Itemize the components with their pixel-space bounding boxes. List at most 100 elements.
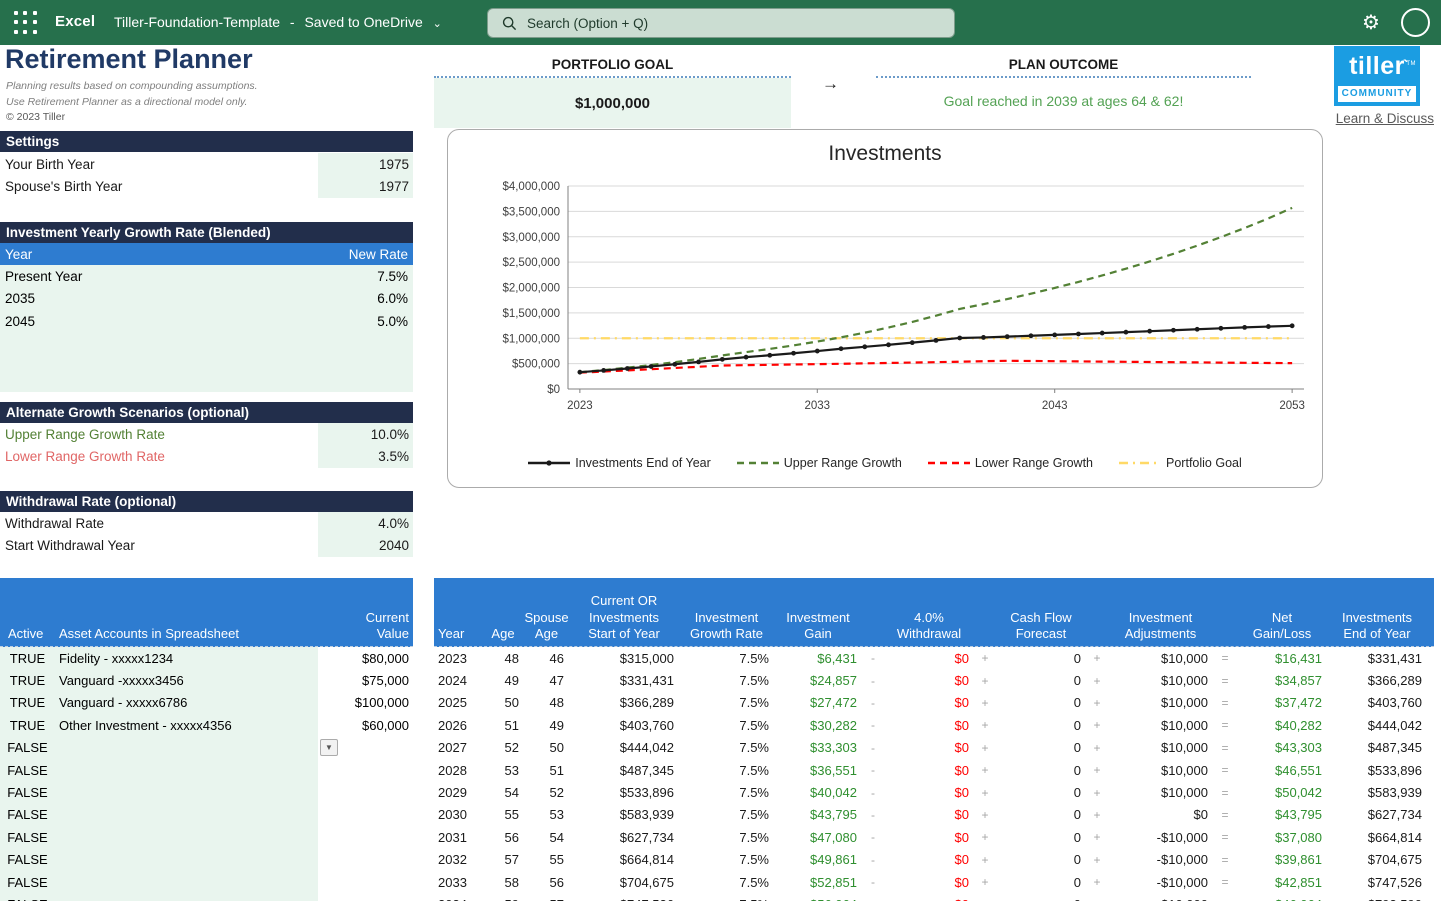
account-active-cell[interactable]: TRUE: [0, 669, 55, 691]
account-name-cell[interactable]: [55, 804, 318, 826]
account-name-cell[interactable]: [55, 826, 318, 848]
start-of-year-cell[interactable]: $315,000: [569, 651, 679, 666]
year-cell[interactable]: 2023: [434, 651, 482, 666]
spouse-age-cell[interactable]: 51: [524, 763, 569, 778]
start-of-year-cell[interactable]: $583,939: [569, 807, 679, 822]
account-name-cell[interactable]: [55, 759, 318, 781]
projection-header-cell[interactable]: 4.0% Withdrawal: [884, 610, 974, 647]
cash-flow-forecast-cell[interactable]: 0: [996, 830, 1086, 845]
withdrawal-cell[interactable]: $0: [884, 740, 974, 755]
year-cell[interactable]: 2030: [434, 807, 482, 822]
end-of-year-cell[interactable]: $366,289: [1327, 673, 1427, 688]
withdrawal-label[interactable]: Start Withdrawal Year: [0, 538, 318, 553]
start-of-year-cell[interactable]: $704,675: [569, 875, 679, 890]
projection-header-cell[interactable]: Investment Growth Rate: [679, 610, 774, 647]
investment-adjustments-cell[interactable]: $10,000: [1108, 673, 1213, 688]
investment-adjustments-cell[interactable]: $10,000: [1108, 695, 1213, 710]
alt-growth-value-cell[interactable]: 10.0%: [318, 423, 413, 445]
investment-gain-cell[interactable]: $56,064: [774, 897, 862, 901]
projection-header-cell[interactable]: [1086, 642, 1108, 646]
growth-rate-cell[interactable]: 7.5%: [679, 651, 774, 666]
account-name-cell[interactable]: Vanguard -xxxxx3456: [55, 669, 318, 691]
start-of-year-cell[interactable]: $444,042: [569, 740, 679, 755]
alt-growth-label[interactable]: Upper Range Growth Rate: [0, 427, 318, 442]
cash-flow-forecast-cell[interactable]: 0: [996, 695, 1086, 710]
growth-rate-cell[interactable]: 7.5%: [679, 740, 774, 755]
end-of-year-cell[interactable]: $403,760: [1327, 695, 1427, 710]
age-cell[interactable]: 50: [482, 695, 524, 710]
withdrawal-cell[interactable]: $0: [884, 651, 974, 666]
cash-flow-forecast-cell[interactable]: 0: [996, 740, 1086, 755]
withdrawal-cell[interactable]: $0: [884, 875, 974, 890]
investment-adjustments-cell[interactable]: $10,000: [1108, 740, 1213, 755]
account-value-cell[interactable]: $80,000: [318, 647, 413, 669]
growth-rate-cell[interactable]: 7.5%: [679, 763, 774, 778]
account-value-cell[interactable]: $100,000: [318, 692, 413, 714]
net-gain-loss-cell[interactable]: $40,282: [1237, 718, 1327, 733]
projection-header-cell[interactable]: Investments End of Year: [1327, 610, 1427, 647]
projection-header-cell[interactable]: Current OR Investments Start of Year: [569, 593, 679, 646]
account-value-cell[interactable]: [318, 893, 413, 901]
cash-flow-forecast-cell[interactable]: 0: [996, 673, 1086, 688]
net-gain-loss-cell[interactable]: $34,857: [1237, 673, 1327, 688]
account-value-cell[interactable]: [318, 804, 413, 826]
growth-rate-section-header[interactable]: Investment Yearly Growth Rate (Blended): [0, 222, 413, 243]
year-cell[interactable]: 2026: [434, 718, 482, 733]
age-cell[interactable]: 48: [482, 651, 524, 666]
cash-flow-forecast-cell[interactable]: 0: [996, 785, 1086, 800]
account-active-cell[interactable]: TRUE: [0, 692, 55, 714]
net-gain-loss-cell[interactable]: $16,431: [1237, 651, 1327, 666]
account-value-cell[interactable]: [318, 781, 413, 803]
investment-adjustments-cell[interactable]: $10,000: [1108, 718, 1213, 733]
withdrawal-cell[interactable]: $0: [884, 763, 974, 778]
investment-adjustments-cell[interactable]: -$10,000: [1108, 852, 1213, 867]
investment-gain-cell[interactable]: $36,551: [774, 763, 862, 778]
account-active-cell[interactable]: FALSE: [0, 781, 55, 803]
withdrawal-section-header[interactable]: Withdrawal Rate (optional): [0, 491, 413, 512]
projection-header-cell[interactable]: Spouse Age: [524, 610, 569, 647]
spouse-age-cell[interactable]: 53: [524, 807, 569, 822]
cash-flow-forecast-cell[interactable]: 0: [996, 718, 1086, 733]
settings-label[interactable]: Your Birth Year: [0, 157, 318, 172]
growth-year-cell[interactable]: Present Year: [0, 269, 377, 284]
withdrawal-cell[interactable]: $0: [884, 673, 974, 688]
dropdown-arrow-button[interactable]: ▼: [320, 739, 338, 756]
growth-rate-cell[interactable]: 7.5%: [679, 718, 774, 733]
withdrawal-label[interactable]: Withdrawal Rate: [0, 516, 318, 531]
tiller-community-logo[interactable]: tiller`TM COMMUNITY: [1334, 46, 1420, 106]
investment-gain-cell[interactable]: $6,431: [774, 651, 862, 666]
net-gain-loss-cell[interactable]: $46,551: [1237, 763, 1327, 778]
age-cell[interactable]: 53: [482, 763, 524, 778]
account-name-cell[interactable]: Fidelity - xxxxx1234: [55, 647, 318, 669]
spouse-age-cell[interactable]: 56: [524, 875, 569, 890]
cash-flow-forecast-cell[interactable]: 0: [996, 852, 1086, 867]
investment-adjustments-cell[interactable]: $10,000: [1108, 785, 1213, 800]
growth-rate-cell[interactable]: 7.5%: [679, 852, 774, 867]
portfolio-goal-value[interactable]: $1,000,000: [434, 78, 791, 128]
age-cell[interactable]: 59: [482, 897, 524, 901]
end-of-year-cell[interactable]: $533,896: [1327, 763, 1427, 778]
learn-discuss-link[interactable]: Learn & Discuss: [1323, 111, 1434, 126]
search-input[interactable]: Search (Option + Q): [487, 8, 955, 38]
spouse-age-cell[interactable]: 49: [524, 718, 569, 733]
year-cell[interactable]: 2024: [434, 673, 482, 688]
growth-col-new-rate[interactable]: New Rate: [349, 247, 413, 262]
year-cell[interactable]: 2027: [434, 740, 482, 755]
projection-header-cell[interactable]: Investment Adjustments: [1108, 610, 1213, 647]
investment-gain-cell[interactable]: $49,861: [774, 852, 862, 867]
investment-adjustments-cell[interactable]: $10,000: [1108, 763, 1213, 778]
investment-adjustments-cell[interactable]: -$10,000: [1108, 875, 1213, 890]
end-of-year-cell[interactable]: $627,734: [1327, 807, 1427, 822]
investment-adjustments-cell[interactable]: $10,000: [1108, 651, 1213, 666]
net-gain-loss-cell[interactable]: $50,042: [1237, 785, 1327, 800]
cash-flow-forecast-cell[interactable]: 0: [996, 897, 1086, 901]
end-of-year-cell[interactable]: $664,814: [1327, 830, 1427, 845]
account-active-cell[interactable]: FALSE: [0, 849, 55, 871]
cash-flow-forecast-cell[interactable]: 0: [996, 763, 1086, 778]
start-of-year-cell[interactable]: $664,814: [569, 852, 679, 867]
investment-gain-cell[interactable]: $33,303: [774, 740, 862, 755]
net-gain-loss-cell[interactable]: $39,861: [1237, 852, 1327, 867]
age-cell[interactable]: 57: [482, 852, 524, 867]
spouse-age-cell[interactable]: 52: [524, 785, 569, 800]
investment-gain-cell[interactable]: $27,472: [774, 695, 862, 710]
